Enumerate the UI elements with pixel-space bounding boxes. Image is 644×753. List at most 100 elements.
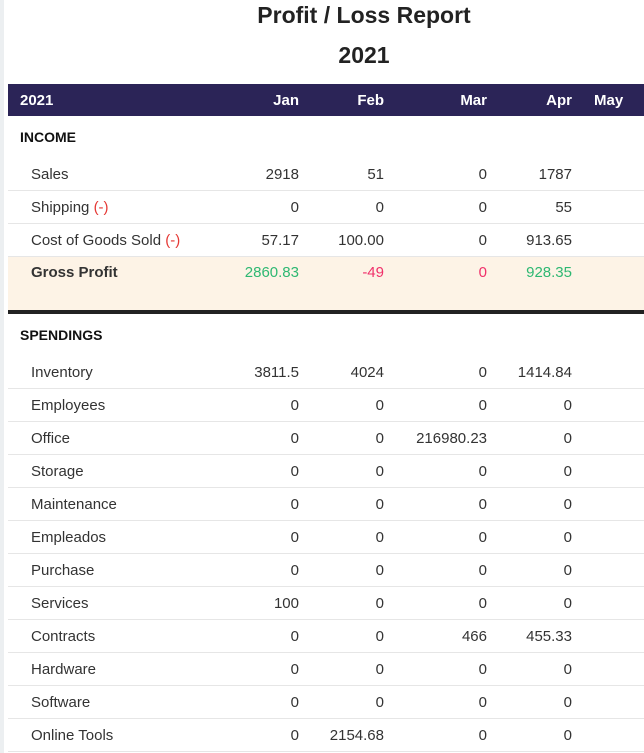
cell-value: 455.33 [491, 619, 576, 653]
row-label-text: Software [31, 693, 91, 711]
column-header[interactable]: Mar [388, 84, 491, 116]
cell-value [576, 388, 644, 422]
row-label: Employees [8, 388, 215, 422]
cell-value: 0 [215, 685, 303, 719]
cell-value: 0 [491, 520, 576, 554]
cell-value: 1414.84 [491, 356, 576, 389]
cell-value: 3811.5 [215, 356, 303, 389]
cell-value: 0 [303, 421, 388, 455]
cell-value: 0 [388, 223, 491, 257]
gross-profit-value: -49 [303, 256, 388, 314]
cell-value: 216980.23 [388, 421, 491, 455]
deduction-marker: (-) [93, 198, 109, 216]
cell-value: 0 [215, 520, 303, 554]
gross-profit-label: Gross Profit [8, 256, 215, 314]
cell-value [576, 619, 644, 653]
cell-value [576, 190, 644, 224]
row-label-text: Empleados [31, 528, 107, 546]
cell-value: 0 [303, 553, 388, 587]
row-label-text: Cost of Goods Sold [31, 231, 162, 249]
cell-value: 0 [215, 619, 303, 653]
report-title: Profit / Loss Report [257, 2, 471, 28]
cell-value: 0 [388, 685, 491, 719]
cell-value [576, 685, 644, 719]
cell-value: 0 [388, 718, 491, 752]
table-row: Shipping (-) 0 0 0 55 [8, 190, 644, 224]
cell-value: 0 [215, 652, 303, 686]
cell-value: 0 [388, 652, 491, 686]
cell-value: 0 [215, 718, 303, 752]
cell-value: 0 [303, 388, 388, 422]
column-header[interactable]: 2021 [8, 84, 215, 116]
profit-loss-table: 2021 Jan Feb Mar Apr May INCOME Sales 2918 51 0 17… [8, 84, 644, 752]
row-label: Hardware [8, 652, 215, 686]
row-label: Shipping (-) [8, 190, 215, 224]
section-header: INCOME [8, 116, 644, 158]
row-label: Contracts [8, 619, 215, 653]
cell-value [576, 652, 644, 686]
cell-value: 0 [388, 158, 491, 191]
column-header[interactable]: Feb [303, 84, 388, 116]
cell-value: 0 [388, 356, 491, 389]
column-header[interactable]: May [576, 84, 644, 116]
table-row: Online Tools 0 2154.68 0 0 [8, 718, 644, 752]
cell-value: 0 [491, 421, 576, 455]
cell-value: 0 [388, 520, 491, 554]
table-row: Storage 0 0 0 0 [8, 454, 644, 488]
cell-value [576, 520, 644, 554]
cell-value: 0 [303, 454, 388, 488]
report-year: 2021 [338, 42, 390, 68]
cell-value: 1787 [491, 158, 576, 191]
cell-value: 0 [388, 487, 491, 521]
cell-value: 0 [491, 388, 576, 422]
cell-value [576, 223, 644, 257]
row-label-text: Hardware [31, 660, 97, 678]
cell-value: 466 [388, 619, 491, 653]
report-page: Profit / Loss Report 2021 2021 Jan Feb Mar A… [0, 0, 644, 753]
table-row: Purchase 0 0 0 0 [8, 553, 644, 587]
deduction-marker: (-) [165, 231, 181, 249]
cell-value: 55 [491, 190, 576, 224]
cell-value [576, 421, 644, 455]
row-label-text: Purchase [31, 561, 95, 579]
cell-value [576, 487, 644, 521]
row-label: Online Tools [8, 718, 215, 752]
gross-profit-row: Gross Profit 2860.83 -49 0 928.35 [8, 256, 644, 314]
cell-value [576, 158, 644, 191]
cell-value [576, 356, 644, 389]
cell-value: 0 [303, 190, 388, 224]
cell-value [576, 718, 644, 752]
table-row: Office 0 0 216980.23 0 [8, 421, 644, 455]
row-label-text: Sales [31, 165, 69, 183]
table-row: Inventory 3811.5 4024 0 1414.84 [8, 356, 644, 389]
section-label: SPENDINGS [20, 327, 103, 343]
cell-value: 100.00 [303, 223, 388, 257]
row-label-text: Inventory [31, 363, 93, 381]
cell-value: 57.17 [215, 223, 303, 257]
row-label-text: Shipping [31, 198, 90, 216]
cell-value: 51 [303, 158, 388, 191]
section-header: SPENDINGS [8, 312, 644, 356]
cell-value: 0 [491, 487, 576, 521]
table-row: Sales 2918 51 0 1787 [8, 158, 644, 191]
row-label: Inventory [8, 356, 215, 389]
cell-value: 0 [215, 553, 303, 587]
cell-value [576, 553, 644, 587]
row-label: Office [8, 421, 215, 455]
cell-value [576, 586, 644, 620]
column-header[interactable]: Apr [491, 84, 576, 116]
gross-profit-value: 0 [388, 256, 491, 314]
cell-value: 0 [491, 718, 576, 752]
cell-value: 0 [303, 685, 388, 719]
table-row: Contracts 0 0 466 455.33 [8, 619, 644, 653]
gross-profit-value: 2860.83 [215, 256, 303, 314]
table-row: Cost of Goods Sold (-) 57.17 100.00 0 913.65 [8, 223, 644, 257]
row-label: Software [8, 685, 215, 719]
column-header[interactable]: Jan [215, 84, 303, 116]
cell-value: 0 [388, 190, 491, 224]
row-label-text: Maintenance [31, 495, 117, 513]
cell-value: 0 [303, 652, 388, 686]
cell-value: 0 [491, 652, 576, 686]
cell-value: 0 [215, 190, 303, 224]
cell-value: 100 [215, 586, 303, 620]
